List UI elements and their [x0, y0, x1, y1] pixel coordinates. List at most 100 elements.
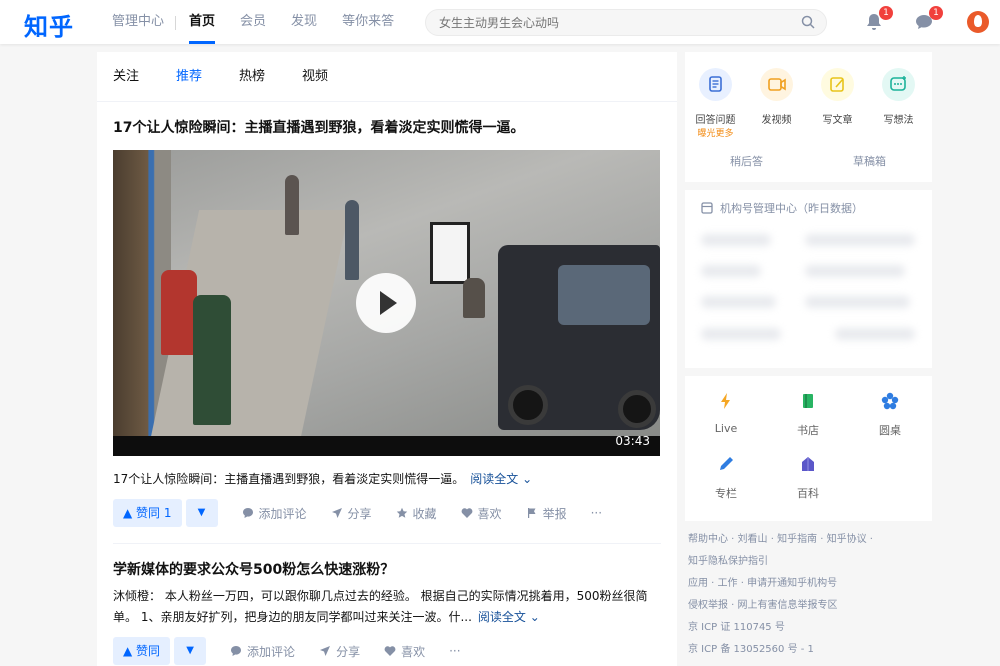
add-comment-label: 添加评论 — [247, 644, 296, 659]
nav-membership[interactable]: 会员 — [240, 0, 266, 44]
share-button[interactable]: 分享 — [319, 643, 360, 660]
tab-video[interactable]: 视频 — [302, 52, 328, 101]
post-video-button[interactable]: 发视频 — [746, 68, 807, 139]
nav-manage-center[interactable]: 管理中心 — [112, 0, 164, 44]
answer-icon — [699, 68, 732, 101]
blurred-stat — [701, 328, 781, 340]
write-article-label: 写文章 — [822, 115, 853, 126]
zhihu-logo[interactable]: 知乎 — [24, 7, 74, 42]
video-duration: 03:43 — [615, 434, 650, 448]
feature-roundtable[interactable]: 圆桌 — [849, 392, 931, 455]
top-navbar: 知乎 管理中心 首页 会员 发现 等你来答 1 1 — [0, 0, 1000, 44]
search-input[interactable] — [426, 10, 786, 35]
excerpt-text: 17个让人惊险瞬间：主播直播遇到野狼，看着淡定实则慌得一逼。 — [113, 472, 465, 486]
blurred-stat — [805, 296, 910, 308]
search-icon[interactable] — [801, 15, 815, 29]
nav-discover[interactable]: 发现 — [291, 0, 317, 44]
footer-links-privacy[interactable]: 知乎隐私保护指引 — [688, 551, 932, 573]
feature-live-label: Live — [714, 422, 738, 435]
like-button[interactable]: 喜欢 — [461, 505, 502, 522]
footer-icp-record[interactable]: 京 ICP 备 13052560 号 - 1 — [688, 639, 932, 661]
org-account-panel: 机构号管理中心（昨日数据） — [685, 190, 932, 368]
add-comment-button[interactable]: 添加评论 — [230, 643, 295, 660]
video-scene-person — [463, 278, 485, 318]
feed-card-excerpt[interactable]: 沐倾橙： 本人粉丝一万四，可以跟你聊几点过去的经验。 根据自己的实际情况挑着用，… — [113, 586, 661, 628]
video-scene-sign — [430, 222, 470, 284]
add-comment-button[interactable]: 添加评论 — [242, 505, 307, 522]
video-scene-person — [193, 295, 231, 425]
collect-button[interactable]: 收藏 — [396, 505, 437, 522]
feed-card-title[interactable]: 学新媒体的要求公众号500粉怎么快速涨粉？ — [113, 560, 661, 580]
org-panel-title[interactable]: 机构号管理中心（昨日数据） — [701, 200, 932, 216]
write-idea-label: 写想法 — [883, 115, 914, 126]
write-idea-button[interactable]: 写想法 — [868, 68, 929, 139]
main-nav: 管理中心 首页 会员 发现 等你来答 — [112, 0, 419, 44]
excerpt-text: 沐倾橙： 本人粉丝一万四，可以跟你聊几点过去的经验。 根据自己的实际情况挑着用，… — [113, 589, 648, 624]
blurred-stat — [701, 234, 771, 246]
messages-icon[interactable]: 1 — [914, 6, 943, 34]
write-article-button[interactable]: 写文章 — [807, 68, 868, 139]
feed-card-title[interactable]: 17个让人惊险瞬间：主播直播遇到野狼，看着淡定实则慌得一逼。 — [113, 118, 661, 138]
nav-waiting-answers[interactable]: 等你来答 — [342, 0, 394, 44]
notifications-bell-icon[interactable]: 1 — [864, 6, 893, 34]
read-more-link[interactable]: 阅读全文 ⌄ — [478, 610, 540, 624]
more-options-button[interactable]: ··· — [449, 644, 460, 658]
video-scene-person — [161, 270, 197, 355]
book-icon — [803, 394, 813, 408]
upvote-button[interactable]: ▲ 赞同 1 — [113, 499, 182, 527]
feature-live[interactable]: Live — [685, 392, 767, 455]
share-icon — [331, 508, 342, 518]
footer-links-apps[interactable]: 应用 · 工作 · 申请开通知乎机构号 — [688, 573, 932, 595]
nav-home[interactable]: 首页 — [189, 0, 216, 44]
report-button[interactable]: 举报 — [526, 505, 567, 522]
video-scene-person — [345, 200, 359, 280]
video-scene-wheel — [508, 385, 548, 425]
footer-icp-license[interactable]: 京 ICP 证 110745 号 — [688, 617, 932, 639]
creator-actions: 回答问题 曝光更多 发视频 写文章 写想法 — [685, 52, 932, 139]
heart-icon — [384, 646, 396, 656]
feed-tabs: 关注 推荐 热榜 视频 — [97, 52, 677, 102]
footer-links-help[interactable]: 帮助中心 · 刘看山 · 知乎指南 · 知乎协议 · — [688, 529, 932, 551]
upvote-button[interactable]: ▲ 赞同 — [113, 637, 171, 665]
video-scene-wheel — [618, 390, 656, 428]
share-label: 分享 — [347, 506, 372, 521]
feature-encyclopedia-label: 百科 — [797, 487, 819, 500]
feed-card: 17个让人惊险瞬间：主播直播遇到野狼，看着淡定实则慌得一逼。 03:43 17个… — [97, 118, 677, 544]
flag-icon — [527, 508, 536, 518]
user-avatar[interactable] — [967, 11, 989, 33]
answer-question-label: 回答问题 — [695, 115, 736, 126]
tab-recommend[interactable]: 推荐 — [176, 52, 202, 101]
blurred-stat — [805, 265, 905, 277]
answer-later-link[interactable]: 稍后答 — [685, 153, 808, 169]
share-label: 分享 — [336, 644, 361, 659]
downvote-button[interactable]: ▼ — [185, 499, 218, 527]
like-button[interactable]: 喜欢 — [384, 643, 425, 660]
read-more-link[interactable]: 阅读全文 ⌄ — [470, 472, 532, 486]
feature-bookstore[interactable]: 书店 — [767, 392, 849, 455]
feed-card-excerpt[interactable]: 17个让人惊险瞬间：主播直播遇到野狼，看着淡定实则慌得一逼。 阅读全文 ⌄ — [113, 468, 661, 490]
answer-question-sub: 曝光更多 — [697, 129, 734, 139]
more-options-button[interactable]: ··· — [591, 506, 602, 520]
tab-hot-list[interactable]: 热榜 — [239, 52, 265, 101]
drafts-link[interactable]: 草稿箱 — [808, 153, 931, 169]
heart-icon — [461, 508, 472, 518]
feature-column[interactable]: 专栏 — [685, 455, 767, 518]
features-grid: Live 书店 圆桌 专栏 百科 — [685, 376, 932, 518]
card-actions: ▲ 赞同 ▼ 添加评论 分享 喜欢 ··· — [113, 637, 661, 665]
play-button-icon[interactable] — [356, 273, 416, 333]
blurred-stat — [701, 265, 761, 277]
feature-encyclopedia[interactable]: 百科 — [767, 455, 849, 518]
star-icon — [396, 507, 407, 518]
feed-column: 关注 推荐 热榜 视频 17个让人惊险瞬间：主播直播遇到野狼，看着淡定实则慌得一… — [97, 52, 677, 666]
tab-follow[interactable]: 关注 — [113, 52, 139, 101]
creator-panel: 回答问题 曝光更多 发视频 写文章 写想法 稍后答 草稿箱 — [685, 52, 932, 182]
encyclopedia-icon — [802, 457, 814, 471]
share-button[interactable]: 分享 — [331, 505, 372, 522]
search-box[interactable] — [425, 9, 827, 36]
video-player[interactable]: 03:43 — [113, 150, 660, 456]
blurred-stat — [835, 328, 915, 340]
answer-question-button[interactable]: 回答问题 曝光更多 — [685, 68, 746, 139]
downvote-button[interactable]: ▼ — [174, 637, 207, 665]
footer-links-report[interactable]: 侵权举报 · 网上有害信息举报专区 — [688, 595, 932, 617]
blurred-stat — [701, 296, 776, 308]
